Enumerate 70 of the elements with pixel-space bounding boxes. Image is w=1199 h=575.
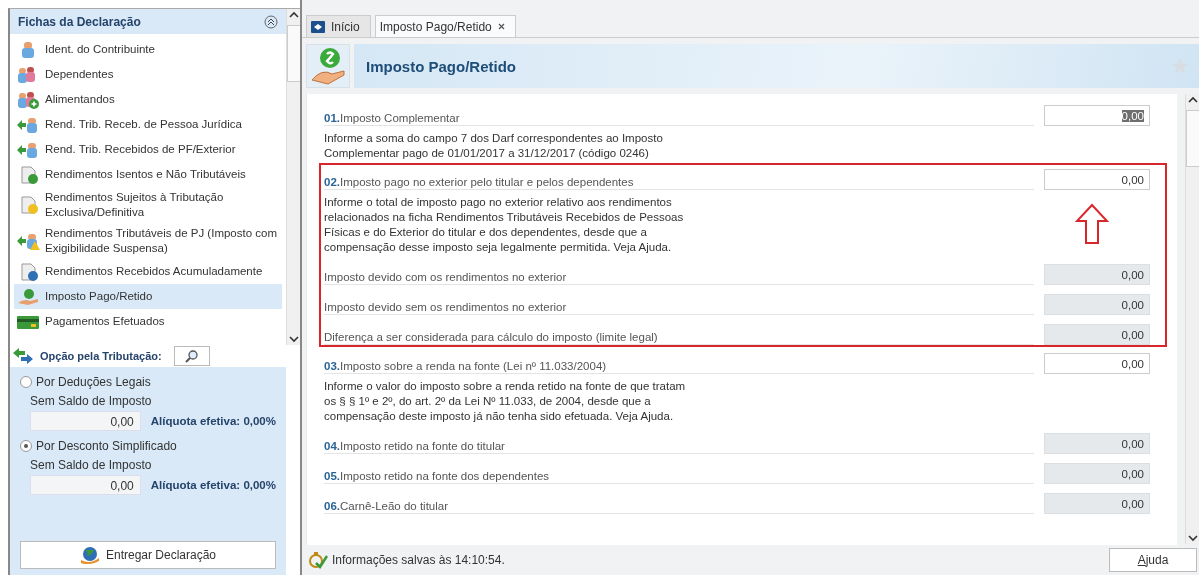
money-hand-icon	[16, 287, 40, 306]
close-icon[interactable]	[497, 23, 505, 30]
sidebar-item[interactable]: Ident. do Contribuinte	[14, 37, 282, 62]
sidebar-item[interactable]: Rend. Trib. Recebidos de PF/Exterior	[14, 137, 282, 162]
arrow-person-icon	[16, 140, 40, 159]
radio-button[interactable]	[20, 440, 32, 452]
sidebar-item[interactable]: Alimentandos	[14, 87, 282, 112]
submit-button[interactable]: Entregar Declaração	[20, 541, 276, 569]
page-title: Imposto Pago/Retido	[366, 57, 516, 75]
scroll-thumb[interactable]	[1185, 110, 1199, 167]
rate-label: Alíquota efetiva: 0,00%	[150, 479, 276, 491]
swap-arrows-icon	[12, 347, 34, 365]
field-label: 01.Imposto Complementar	[324, 112, 1034, 126]
tab[interactable]: Início	[306, 15, 371, 37]
field-label: 06.Carnê-Leão do titular	[324, 500, 1034, 514]
home-icon	[311, 20, 325, 33]
sidebar-item[interactable]: Rendimentos Sujeitos à Tributação Exclusiva/Definitiva	[14, 187, 282, 223]
field-label: Imposto devido sem os rendimentos no exterior	[324, 301, 1034, 315]
amount-field: 0,00	[1044, 433, 1150, 454]
field-label: 03.Imposto sobre a renda na fonte (Lei nº 11.033/2004)	[324, 360, 1034, 374]
search-icon	[184, 349, 199, 363]
field-label: Imposto devido com os rendimentos no exterior	[324, 271, 1034, 285]
sidebar-item[interactable]: Rend. Trib. Receb. de Pessoa Jurídica	[14, 112, 282, 137]
amount-field: 0,00	[30, 411, 141, 431]
sidebar-item[interactable]: Pagamentos Efetuados	[14, 309, 282, 334]
amount-field: 0,00	[1044, 294, 1150, 315]
arrow-person-icon	[16, 115, 40, 134]
amount-field: 0,00	[1044, 463, 1150, 484]
sidebar-item[interactable]: Rendimentos Recebidos Acumuladamente	[14, 259, 282, 284]
amount-field[interactable]: 0,00	[1044, 169, 1150, 190]
sidebar-item[interactable]: Rendimentos Isentos e Não Tributáveis	[14, 162, 282, 187]
taxation-title: Opção pela Tributação:	[40, 350, 162, 362]
person-icon	[16, 90, 40, 109]
amount-field: 0,00	[30, 475, 141, 495]
amount-field[interactable]: 0,00	[1044, 105, 1150, 126]
arrow-person-icon	[16, 232, 40, 250]
radio-label[interactable]: Por Deduções Legais	[36, 375, 151, 389]
rate-label: Alíquota efetiva: 0,00%	[150, 415, 276, 427]
scroll-down-icon[interactable]	[1185, 532, 1199, 544]
scroll-thumb[interactable]	[286, 25, 301, 82]
field-description: Informe o valor do imposto sobre a renda retido na fonte de que tratam os § § 1º e 2º, do art. 2º da Lei Nº 11.033, de 2004, desde que a compensação deste imposto já não tenha sido efetuada. Veja Ajuda.	[324, 379, 687, 424]
collapse-icon[interactable]	[264, 14, 278, 29]
field-label: 02.Imposto pago no exterior pelo titular e pelos dependentes	[324, 176, 1034, 190]
amount-field: 0,00	[1044, 264, 1150, 285]
up-arrow	[1075, 203, 1109, 245]
radio-button[interactable]	[20, 376, 32, 388]
field-label: 05.Imposto retido na fonte dos dependentes	[324, 470, 1034, 484]
radio-label[interactable]: Por Desconto Simplificado	[36, 439, 177, 453]
field-description: Informe a soma do campo 7 dos Darf correspondentes ao Imposto Complementar pago de 01/01/2017 a 31/12/2017 (código 0246)	[324, 131, 664, 161]
search-button[interactable]	[173, 346, 210, 366]
scrollbar[interactable]	[286, 9, 300, 345]
globe-icon	[79, 546, 100, 564]
scrollbar[interactable]	[1185, 94, 1199, 544]
stopwatch-check-icon	[308, 551, 328, 569]
amount-field: 0,00	[1044, 324, 1150, 345]
help-button[interactable]: Ajuda	[1109, 548, 1197, 572]
status-label: Sem Saldo de Imposto	[30, 458, 153, 472]
field-description: Informe o total de imposto pago no exterior relativo aos rendimentos relacionados na ficha Rendimentos Tributáveis Recebidos de Pessoas Físicas e do Exterior do titular e dos dependentes, desde que a compensação desse imposto seja legalmente permitida. Veja Ajuda.	[324, 195, 685, 255]
field-label: 04.Imposto retido na fonte do titular	[324, 440, 1034, 454]
sidebar-item[interactable]: Rendimentos Tributáveis de PJ (Imposto com Exigibilidade Suspensa)	[14, 223, 282, 259]
tab[interactable]: Imposto Pago/Retido	[374, 15, 516, 37]
amount-field[interactable]: 0,00	[1044, 353, 1150, 374]
sidebar-title: Fichas da Declaração	[18, 14, 141, 29]
sidebar-item[interactable]: Dependentes	[14, 62, 282, 87]
field-label: Diferença a ser considerada para cálculo do imposto (limite legal)	[324, 331, 1034, 345]
amount-field: 0,00	[1044, 493, 1150, 514]
scroll-down-icon[interactable]	[286, 333, 301, 345]
status-message: Informações salvas às 14:10:54.	[332, 553, 505, 567]
sidebar-item[interactable]: Imposto Pago/Retido	[14, 284, 282, 309]
status-label: Sem Saldo de Imposto	[30, 394, 153, 408]
